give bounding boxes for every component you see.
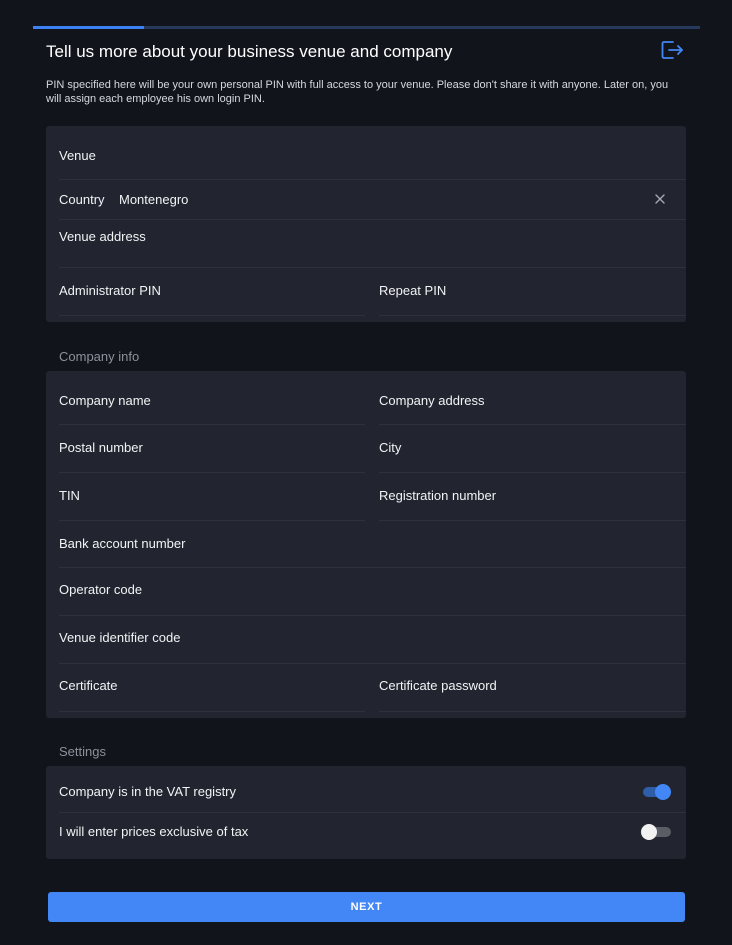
exclusive-tax-label: I will enter prices exclusive of tax bbox=[59, 824, 249, 839]
company-info-heading: Company info bbox=[59, 349, 140, 364]
bank-account-field[interactable]: Bank account number bbox=[59, 521, 686, 568]
page-description: PIN specified here will be your own pers… bbox=[46, 79, 669, 105]
venue-address-field[interactable]: Venue address bbox=[59, 220, 686, 268]
postal-number-field[interactable]: Postal number bbox=[59, 425, 365, 473]
venue-identifier-field[interactable]: Venue identifier code bbox=[59, 616, 686, 664]
city-field[interactable]: City bbox=[379, 425, 686, 473]
logout-icon[interactable] bbox=[660, 39, 684, 61]
vat-registry-setting: Company is in the VAT registry bbox=[59, 766, 686, 813]
repeat-pin-label: Repeat PIN bbox=[379, 283, 447, 298]
city-label: City bbox=[379, 440, 402, 455]
registration-number-label: Registration number bbox=[379, 488, 497, 503]
venue-identifier-label: Venue identifier code bbox=[59, 630, 181, 645]
certificate-password-field[interactable]: Certificate password bbox=[379, 664, 686, 712]
company-card: Company name Company address Postal numb… bbox=[46, 371, 686, 718]
certificate-field[interactable]: Certificate bbox=[59, 664, 365, 712]
postal-number-label: Postal number bbox=[59, 440, 143, 455]
company-address-label: Company address bbox=[379, 393, 485, 408]
vat-registry-toggle[interactable] bbox=[641, 783, 673, 801]
venue-card: Venue Country Montenegro Venue address A… bbox=[46, 126, 686, 322]
settings-heading: Settings bbox=[59, 744, 106, 759]
venue-label: Venue bbox=[59, 148, 96, 163]
admin-pin-label: Administrator PIN bbox=[59, 283, 161, 298]
country-field[interactable]: Country Montenegro bbox=[59, 180, 686, 220]
country-value: Montenegro bbox=[119, 192, 189, 207]
progress-fill bbox=[33, 26, 144, 29]
company-name-label: Company name bbox=[59, 393, 151, 408]
venue-address-label: Venue address bbox=[59, 229, 146, 244]
venue-field[interactable]: Venue bbox=[59, 126, 686, 180]
tin-field[interactable]: TIN bbox=[59, 473, 365, 521]
repeat-pin-field[interactable]: Repeat PIN bbox=[379, 268, 686, 316]
exclusive-tax-toggle[interactable] bbox=[641, 823, 673, 841]
country-label: Country bbox=[59, 192, 105, 207]
company-name-field[interactable]: Company name bbox=[59, 371, 365, 425]
settings-card: Company is in the VAT registry I will en… bbox=[46, 766, 686, 859]
registration-number-field[interactable]: Registration number bbox=[379, 473, 686, 521]
next-button[interactable]: NEXT bbox=[48, 892, 685, 922]
tin-label: TIN bbox=[59, 488, 80, 503]
vat-registry-label: Company is in the VAT registry bbox=[59, 784, 237, 799]
toggle-knob bbox=[641, 824, 657, 840]
exclusive-tax-setting: I will enter prices exclusive of tax bbox=[59, 813, 686, 859]
operator-code-field[interactable]: Operator code bbox=[59, 568, 686, 616]
close-icon[interactable] bbox=[654, 193, 666, 205]
bank-account-label: Bank account number bbox=[59, 536, 186, 551]
company-address-field[interactable]: Company address bbox=[379, 371, 686, 425]
page-title: Tell us more about your business venue a… bbox=[46, 42, 453, 61]
progress-bar bbox=[33, 26, 700, 29]
admin-pin-field[interactable]: Administrator PIN bbox=[59, 268, 365, 316]
toggle-knob bbox=[655, 784, 671, 800]
certificate-label: Certificate bbox=[59, 678, 118, 693]
operator-code-label: Operator code bbox=[59, 582, 143, 597]
certificate-password-label: Certificate password bbox=[379, 678, 497, 693]
